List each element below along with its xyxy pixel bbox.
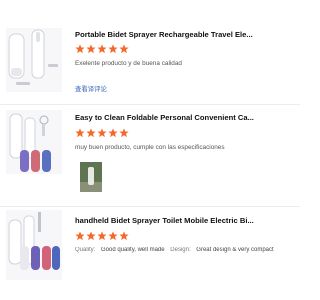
product-title[interactable]: handheld Bidet Sprayer Toilet Mobile Ele… [75,216,297,225]
star-icon [108,128,118,138]
review-card: Portable Bidet Sprayer Rechargeable Trav… [0,20,300,102]
product-title[interactable]: Portable Bidet Sprayer Rechargeable Trav… [75,30,297,39]
star-icon [119,231,129,241]
product-title[interactable]: Easy to Clean Foldable Personal Convenie… [75,113,297,122]
attr-label-design: Design: [170,247,191,253]
star-icon [75,128,85,138]
star-icon [86,44,96,54]
star-icon [75,44,85,54]
review-photo[interactable] [80,162,102,192]
view-translated-review-link[interactable]: 查看译评论 [75,84,107,93]
star-icon [108,44,118,54]
product-thumbnail[interactable] [6,210,62,280]
review-comment: Exelente producto y de buena calidad [75,60,182,67]
star-icon [97,44,107,54]
review-card: Easy to Clean Foldable Personal Convenie… [0,108,300,204]
star-icon [97,128,107,138]
rating-stars [75,44,129,54]
divider [0,206,300,207]
rating-stars [75,128,129,138]
star-icon [119,44,129,54]
product-thumbnail[interactable] [6,28,62,92]
review-comment: muy buen producto, cumple con las especi… [75,144,225,151]
star-icon [86,128,96,138]
star-icon [108,231,118,241]
review-card: handheld Bidet Sprayer Toilet Mobile Ele… [0,210,300,290]
rating-stars [75,231,129,241]
star-icon [119,128,129,138]
star-icon [97,231,107,241]
attr-value-quality: Good quality, well made [101,247,165,253]
star-icon [86,231,96,241]
attr-value-design: Great design & very compact [196,247,274,253]
review-attributes: Quality: Good quality, well made Design:… [75,247,300,253]
review-list: Portable Bidet Sprayer Rechargeable Trav… [0,0,300,300]
attr-label-quality: Quality: [75,247,96,253]
star-icon [75,231,85,241]
product-thumbnail[interactable] [6,110,62,174]
divider [0,104,300,105]
